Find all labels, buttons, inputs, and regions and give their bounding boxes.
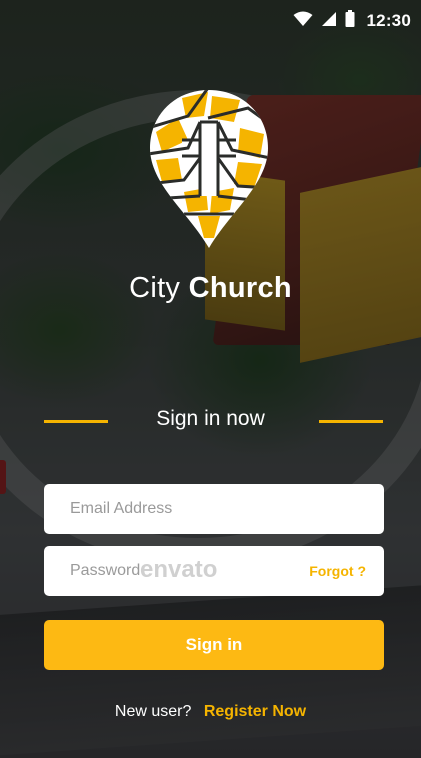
forgot-password-link[interactable]: Forgot ? [309,563,366,579]
status-bar: 12:30 [0,0,421,42]
battery-icon [345,10,355,32]
signin-heading: Sign in now [156,407,265,430]
cellular-signal-icon [321,11,337,32]
password-field[interactable]: Forgot ? [44,546,384,596]
signin-heading-row: Sign in now [0,405,421,439]
wifi-icon [293,11,313,32]
email-input[interactable] [68,499,366,519]
sign-in-button[interactable]: Sign in [44,620,384,670]
register-prompt: New user? Register Now [0,703,421,721]
email-field[interactable] [44,484,384,534]
new-user-text: New user? [114,703,192,720]
app-name-bold: Church [188,272,292,304]
status-time: 12:30 [366,11,411,30]
city-church-logo [148,88,270,250]
app-name: City Church [0,272,421,305]
app-name-regular: City [129,272,181,304]
register-now-link[interactable]: Register Now [204,703,306,720]
heading-rule-right [319,420,383,423]
password-input[interactable] [68,561,310,581]
